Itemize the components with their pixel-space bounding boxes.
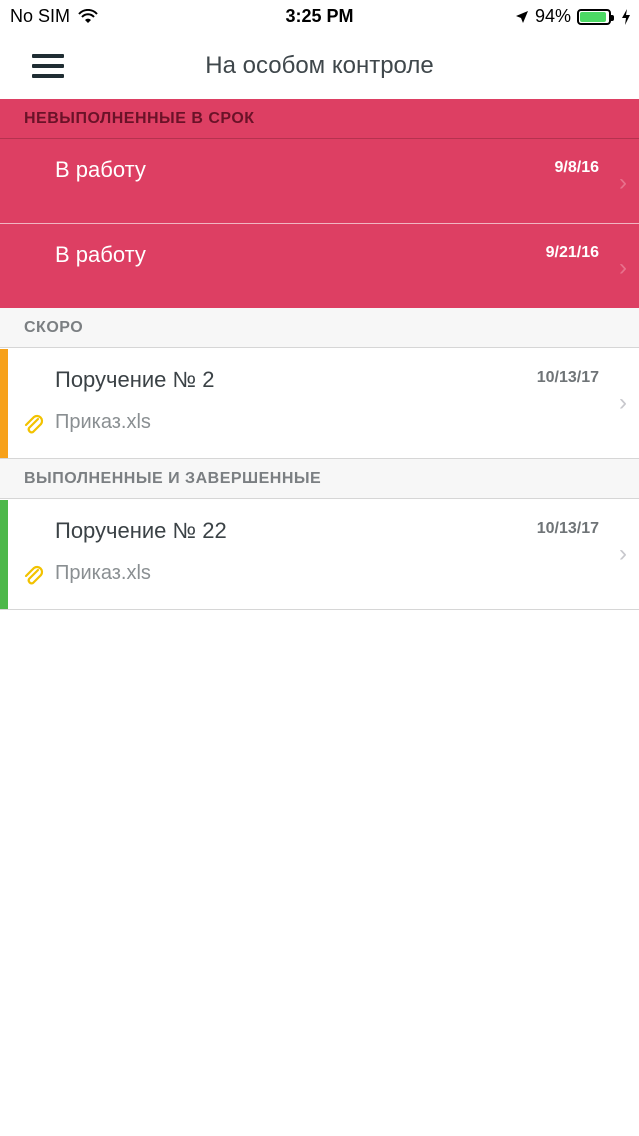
status-accent-bar (0, 500, 8, 609)
item-title: Поручение № 2 (55, 367, 215, 392)
charging-bolt-icon (622, 8, 630, 25)
chevron-right-icon: › (619, 389, 627, 416)
list-item[interactable]: В работу 9/21/16 › (0, 224, 639, 308)
item-title: В работу (55, 242, 146, 267)
item-date: 10/13/17 (536, 369, 599, 386)
page-title: На особом контроле (205, 52, 434, 79)
item-date: 9/8/16 (554, 159, 599, 176)
chevron-right-icon: › (619, 169, 627, 196)
item-date: 9/21/16 (545, 244, 599, 261)
status-right: 94% (515, 6, 631, 27)
item-title: Поручение № 22 (55, 518, 227, 543)
list-item[interactable]: Поручение № 22 10/13/17 Приказ.xls › (0, 500, 639, 610)
chevron-right-icon: › (619, 254, 627, 281)
paperclip-icon (24, 414, 44, 434)
battery-icon (577, 8, 614, 25)
section-header-overdue: НЕВЫПОЛНЕННЫЕ В СРОК (0, 99, 639, 139)
list-item[interactable]: В работу 9/8/16 › (0, 139, 639, 223)
item-date: 10/13/17 (536, 520, 599, 537)
status-bar: No SIM 3:25 PM 94% (0, 0, 639, 34)
list-item[interactable]: Поручение № 2 10/13/17 Приказ.xls › (0, 349, 639, 459)
battery-fill (580, 11, 607, 22)
paperclip-icon (24, 565, 44, 585)
section-header-soon: СКОРО (0, 308, 639, 348)
location-arrow-icon (515, 10, 528, 23)
attachment-name[interactable]: Приказ.xls (55, 562, 151, 585)
item-title: В работу (55, 157, 146, 182)
status-accent-bar (0, 349, 8, 458)
battery-percent: 94% (534, 6, 571, 26)
attachment-name[interactable]: Приказ.xls (55, 411, 151, 434)
chevron-right-icon: › (619, 540, 627, 567)
section-header-done: ВЫПОЛНЕННЫЕ И ЗАВЕРШЕННЫЕ (0, 459, 639, 499)
navigation-bar: На особом контроле (0, 34, 639, 98)
